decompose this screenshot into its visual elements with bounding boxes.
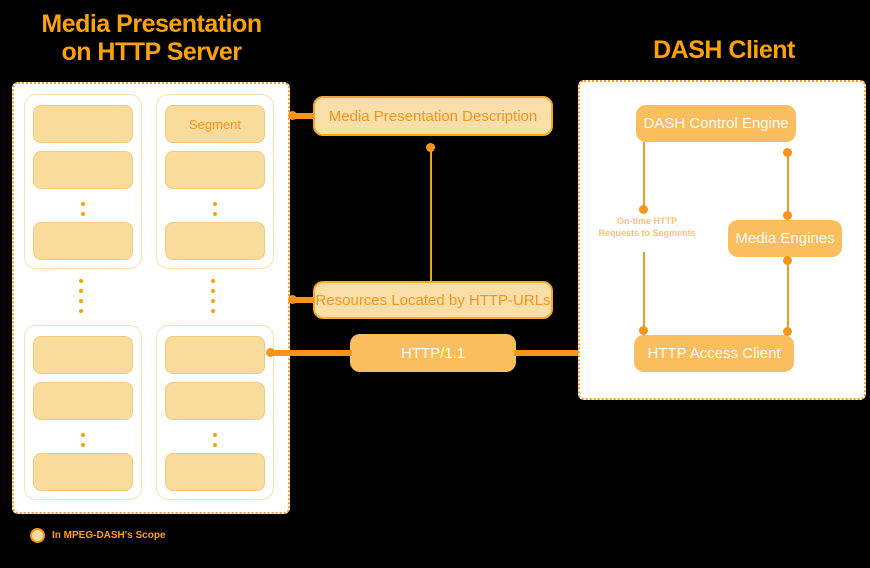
mpd-to-resources-line <box>430 148 432 282</box>
requests-line-dot <box>639 326 648 335</box>
media-engines-to-access-client-line <box>787 260 789 332</box>
media-engines-top-dot-upper <box>783 148 792 157</box>
control-engine-to-media-engines-line <box>787 152 789 220</box>
media-engines-top-dot-lower <box>783 211 792 220</box>
segment-ellipsis <box>81 199 85 219</box>
media-presentation-server-panel: Segment <box>12 82 290 514</box>
segment-to-http-dot <box>266 348 275 357</box>
dash-control-engine-box[interactable]: DASH Control Engine <box>636 105 796 142</box>
http-to-client-thick-line <box>514 350 578 356</box>
segment-ellipsis <box>213 430 217 450</box>
http-protocol-box[interactable]: HTTP/1.1 <box>350 334 516 372</box>
control-engine-line-dot <box>639 205 648 214</box>
segment-box[interactable] <box>33 105 133 143</box>
segment-box[interactable] <box>165 336 265 374</box>
http-access-client-box[interactable]: HTTP Access Client <box>634 335 794 372</box>
media-presentation-description-box[interactable]: Media Presentation Description <box>313 96 553 136</box>
server-panel-title: Media Presentation on HTTP Server <box>41 10 262 66</box>
mpd-connector-dot <box>288 111 297 120</box>
segment-box[interactable]: Segment <box>165 105 265 143</box>
mpd-to-resources-dot <box>426 143 435 152</box>
segment-ellipsis <box>213 199 217 219</box>
period-group <box>24 94 142 269</box>
legend-scope-icon <box>30 528 45 543</box>
segment-to-http-line <box>270 350 352 356</box>
resources-connector-dot <box>288 295 297 304</box>
media-engines-bottom-dot-upper <box>783 256 792 265</box>
segment-box[interactable] <box>165 151 265 189</box>
segment-box[interactable] <box>33 453 133 491</box>
requests-to-access-client-line <box>643 252 645 335</box>
segment-box[interactable] <box>33 382 133 420</box>
segment-ellipsis <box>81 430 85 450</box>
media-engines-box[interactable]: Media Engines <box>728 220 842 257</box>
period-group <box>24 325 142 500</box>
segment-box[interactable] <box>33 151 133 189</box>
control-engine-to-requests-line <box>643 142 645 210</box>
segment-box[interactable] <box>165 382 265 420</box>
period-ellipsis <box>211 276 215 316</box>
diagram-canvas: Media Presentation on HTTP Server DASH C… <box>0 0 870 568</box>
client-panel-title: DASH Client <box>653 36 795 64</box>
segment-box[interactable] <box>33 222 133 260</box>
segment-box[interactable] <box>33 336 133 374</box>
segment-box[interactable] <box>165 453 265 491</box>
period-group <box>156 325 274 500</box>
media-engines-bottom-dot-lower <box>783 327 792 336</box>
legend: In MPEG-DASH's Scope <box>30 528 166 543</box>
resources-located-by-http-urls-box[interactable]: Resources Located by HTTP-URLs <box>313 281 553 319</box>
legend-label: In MPEG-DASH's Scope <box>52 530 166 541</box>
segment-box[interactable] <box>165 222 265 260</box>
period-group: Segment <box>156 94 274 269</box>
period-ellipsis <box>79 276 83 316</box>
on-time-http-requests-label: On-time HTTP Requests to Segments <box>598 216 696 238</box>
